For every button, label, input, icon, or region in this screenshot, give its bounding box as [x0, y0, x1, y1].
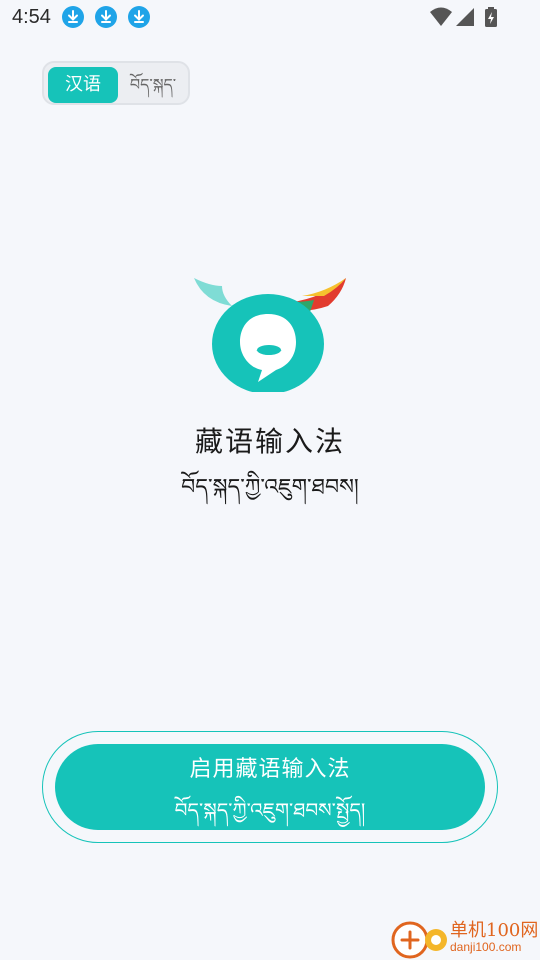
- watermark-logo-icon: [391, 921, 447, 959]
- battery-charging-icon: [485, 7, 497, 27]
- download-icon: [62, 6, 84, 28]
- download-icon: [128, 6, 150, 28]
- enable-input-method-button[interactable]: 启用藏语输入法 བོད་སྐད་ཀྱི་འཇུག་ཐབས་སྤྱོད།: [55, 744, 485, 830]
- language-toggle: 汉语 བོད་སྐད་: [42, 61, 190, 105]
- watermark: 单机100网 danji100.com: [388, 914, 540, 960]
- yak-chat-bubble-logo: [194, 278, 346, 392]
- language-option-tibetan[interactable]: བོད་སྐད་: [120, 67, 186, 103]
- language-option-chinese[interactable]: 汉语: [48, 67, 118, 103]
- wifi-icon: [430, 7, 452, 26]
- app-name-tibetan: བོད་སྐད་ཀྱི་འཇུག་ཐབས།: [181, 475, 359, 500]
- status-bar: 4:54: [0, 0, 540, 36]
- download-icon: [95, 6, 117, 28]
- status-time: 4:54: [12, 6, 51, 28]
- watermark-text: 单机100网: [450, 920, 539, 941]
- signal-icon: [456, 8, 474, 26]
- enable-button-label-chinese: 启用藏语输入法: [189, 757, 351, 782]
- enable-button-label-tibetan: བོད་སྐད་ཀྱི་འཇུག་ཐབས་སྤྱོད།: [174, 798, 366, 822]
- app-name-chinese: 藏语输入法: [194, 425, 345, 458]
- watermark-url: danji100.com: [450, 940, 522, 954]
